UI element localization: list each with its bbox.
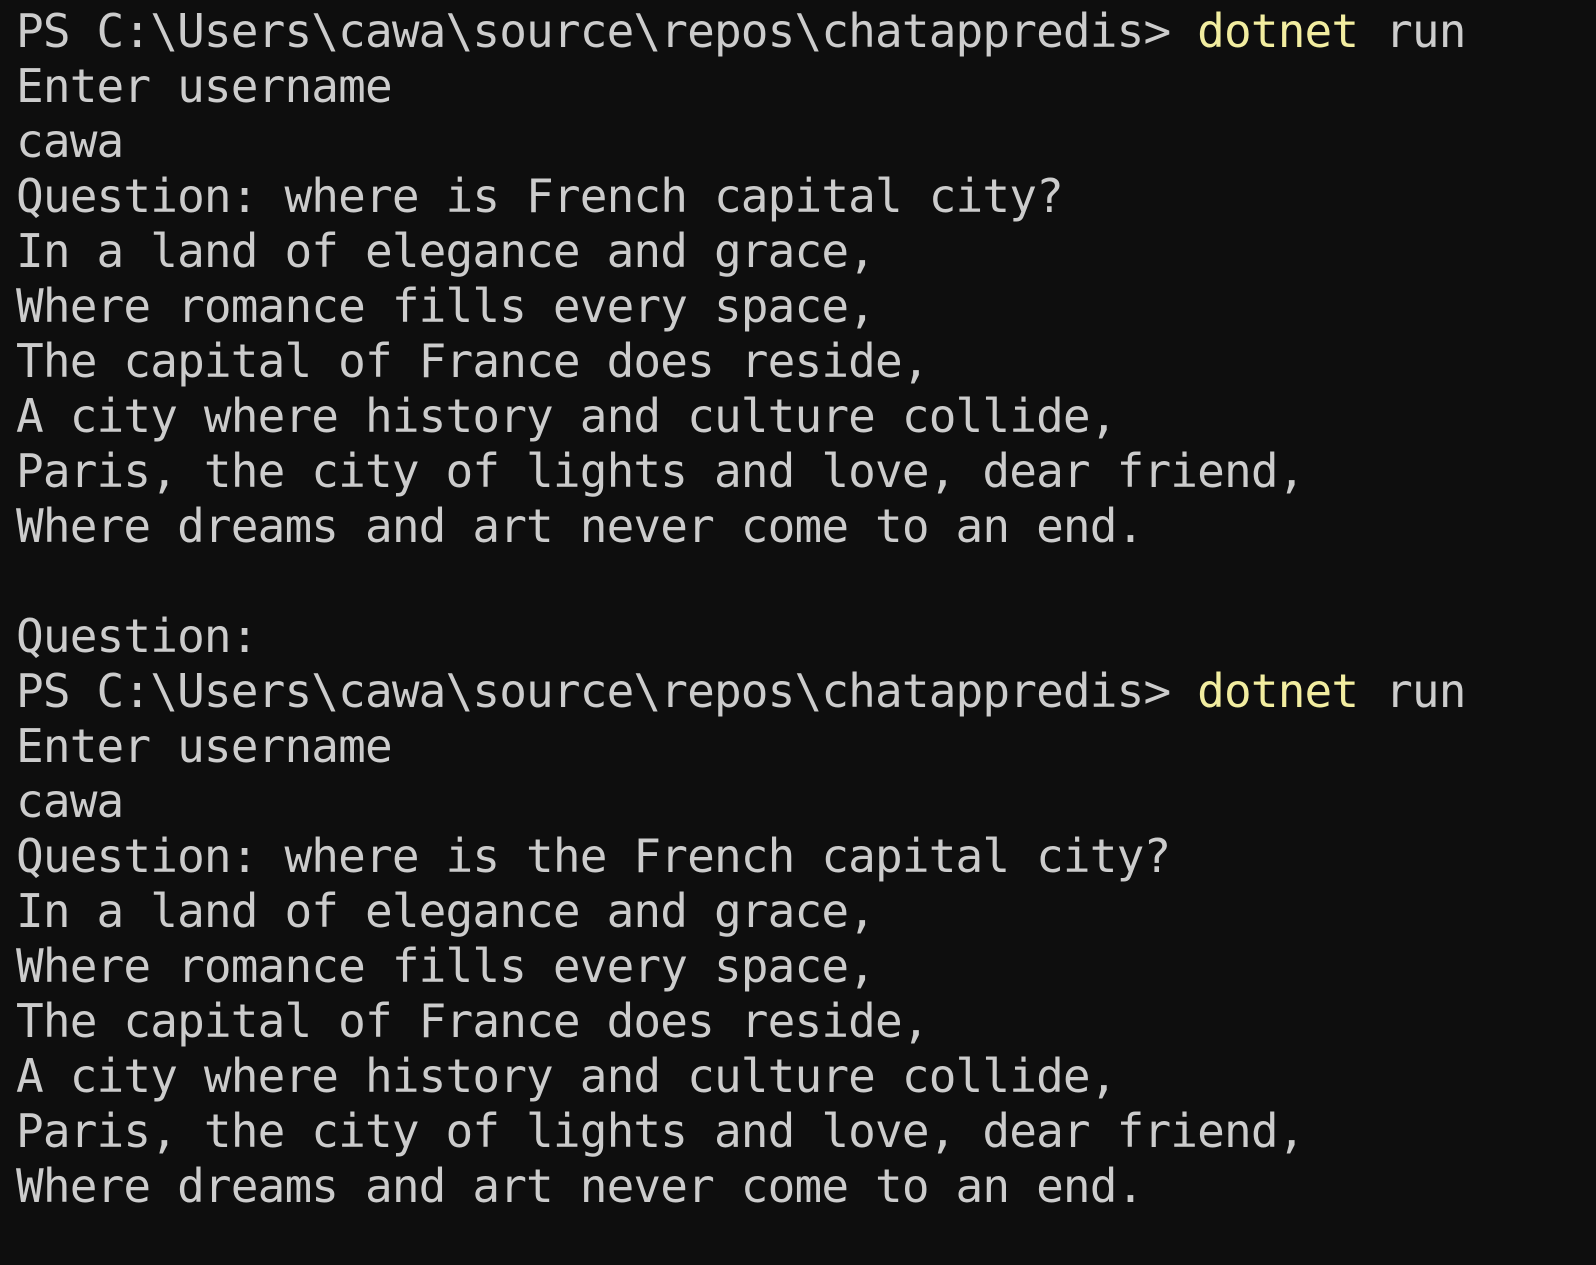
- terminal-output-pane[interactable]: PS C:\Users\cawa\source\repos\chatappred…: [0, 0, 1596, 1265]
- terminal-text-token: Where dreams and art never come to an en…: [16, 499, 1144, 553]
- terminal-line-output: Where romance fills every space,: [16, 939, 1596, 994]
- terminal-line-output: The capital of France does reside,: [16, 994, 1596, 1049]
- terminal-text-token: Enter username: [16, 719, 393, 773]
- terminal-line-output: Paris, the city of lights and love, dear…: [16, 444, 1596, 499]
- terminal-line-input: cawa: [16, 774, 1596, 829]
- terminal-line-prompt: PS C:\Users\cawa\source\repos\chatappred…: [16, 4, 1596, 59]
- terminal-text-token: A city where history and culture collide…: [16, 389, 1117, 443]
- terminal-text-token: Question: where is the French capital ci…: [16, 829, 1171, 883]
- terminal-text-token: PS C:\Users\cawa\source\repos\chatappred…: [16, 4, 1198, 58]
- terminal-text-token: run: [1358, 4, 1466, 58]
- terminal-text-token: Where dreams and art never come to an en…: [16, 1159, 1144, 1213]
- terminal-line-output: Where romance fills every space,: [16, 279, 1596, 334]
- terminal-text-token: Question:: [16, 609, 258, 663]
- terminal-text-token: In a land of elegance and grace,: [16, 884, 876, 938]
- terminal-line-output: Where dreams and art never come to an en…: [16, 499, 1596, 554]
- terminal-text-token: PS C:\Users\cawa\source\repos\chatappred…: [16, 664, 1198, 718]
- terminal-text-token: A city where history and culture collide…: [16, 1049, 1117, 1103]
- terminal-line-output: Question:: [16, 609, 1596, 664]
- terminal-line-output: Where dreams and art never come to an en…: [16, 1159, 1596, 1214]
- terminal-text-token: Enter username: [16, 59, 393, 113]
- terminal-text-token: Where romance fills every space,: [16, 939, 876, 993]
- terminal-text-token: run: [1358, 664, 1466, 718]
- terminal-line-prompt: PS C:\Users\cawa\source\repos\chatappred…: [16, 664, 1596, 719]
- terminal-text-token: Paris, the city of lights and love, dear…: [16, 444, 1305, 498]
- terminal-text-token: In a land of elegance and grace,: [16, 224, 876, 278]
- terminal-line-output: Enter username: [16, 59, 1596, 114]
- terminal-line-output: The capital of France does reside,: [16, 334, 1596, 389]
- terminal-command-token: dotnet: [1197, 664, 1359, 718]
- terminal-line-input: cawa: [16, 114, 1596, 169]
- terminal-text-token: cawa: [16, 774, 124, 828]
- terminal-text-token: The capital of France does reside,: [16, 334, 930, 388]
- terminal-line-output: A city where history and culture collide…: [16, 389, 1596, 444]
- terminal-line-output: In a land of elegance and grace,: [16, 224, 1596, 279]
- terminal-line-input: Question: where is the French capital ci…: [16, 829, 1596, 884]
- terminal-command-token: dotnet: [1197, 4, 1359, 58]
- terminal-text-token: Question: where is French capital city?: [16, 169, 1064, 223]
- terminal-line-output: In a land of elegance and grace,: [16, 884, 1596, 939]
- terminal-line-output: A city where history and culture collide…: [16, 1049, 1596, 1104]
- terminal-line-output: Paris, the city of lights and love, dear…: [16, 1104, 1596, 1159]
- terminal-text-token: Paris, the city of lights and love, dear…: [16, 1104, 1305, 1158]
- terminal-text-token: Where romance fills every space,: [16, 279, 876, 333]
- terminal-line-input: Question: where is French capital city?: [16, 169, 1596, 224]
- terminal-text-token: The capital of France does reside,: [16, 994, 930, 1048]
- terminal-line-output: Enter username: [16, 719, 1596, 774]
- terminal-text-token: cawa: [16, 114, 124, 168]
